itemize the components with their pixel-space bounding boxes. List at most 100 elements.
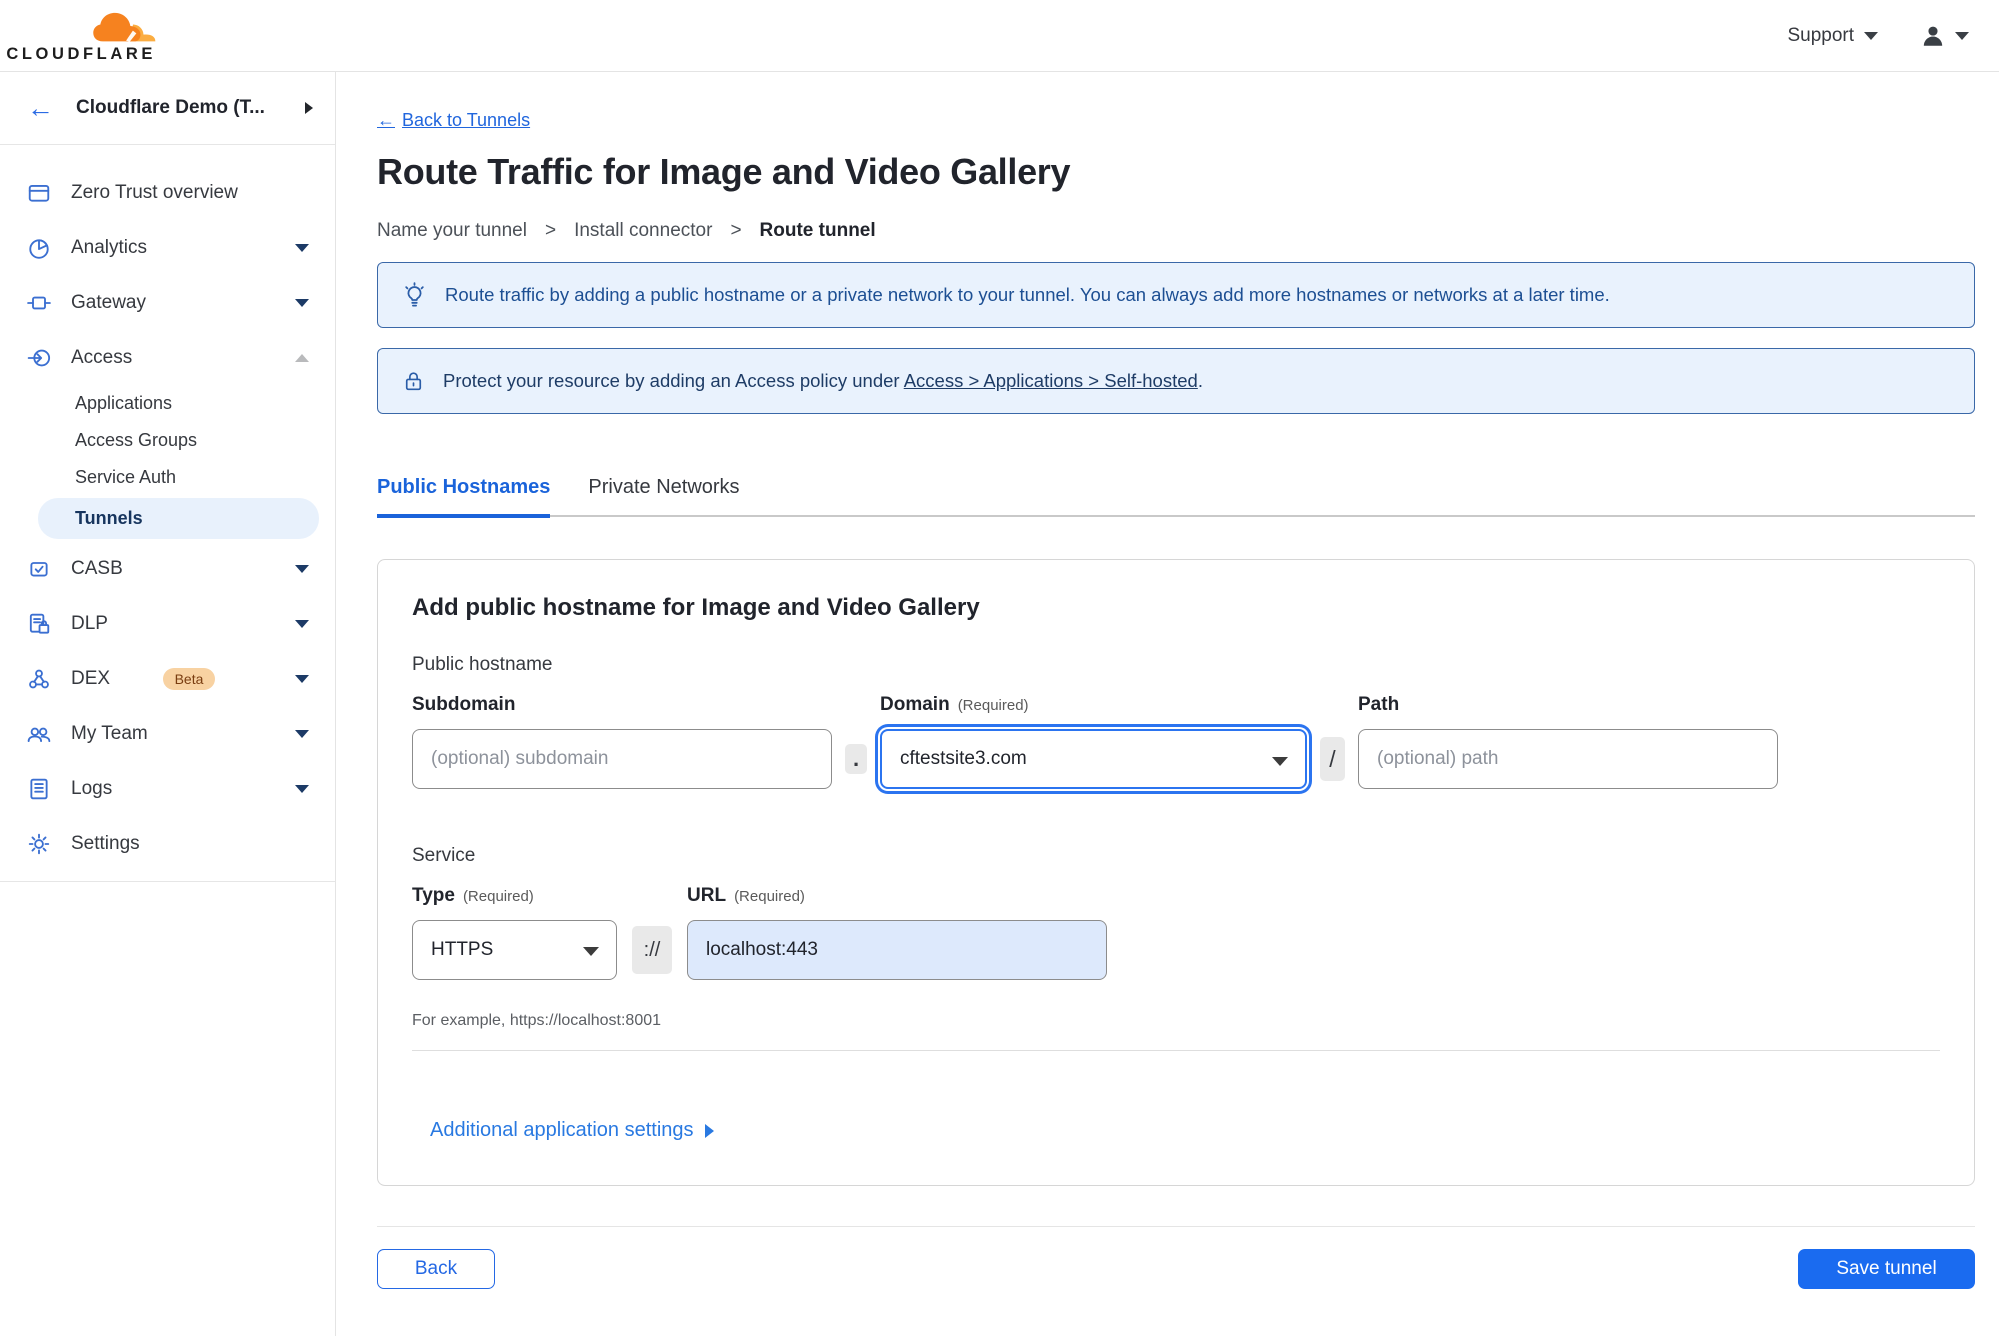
required-hint: (Required)	[734, 888, 805, 905]
footer-actions: Back Save tunnel	[377, 1249, 1975, 1289]
chevron-down-icon	[295, 298, 309, 307]
path-input[interactable]	[1358, 729, 1778, 789]
sidebar-item-casb[interactable]: CASB	[0, 541, 335, 596]
domain-label: Domain	[880, 694, 950, 715]
additional-application-settings-toggle[interactable]: Additional application settings	[430, 1119, 714, 1142]
step-install-connector[interactable]: Install connector	[574, 220, 712, 242]
sidebar-back-arrow-icon[interactable]: ←	[27, 94, 54, 122]
back-button[interactable]: Back	[377, 1249, 495, 1289]
chevron-down-icon	[295, 619, 309, 628]
domain-select-value: cftestsite3.com	[900, 748, 1027, 769]
sidebar-item-access[interactable]: Access	[0, 330, 335, 385]
chevron-down-icon	[295, 784, 309, 793]
sidebar-item-access-groups[interactable]: Access Groups	[0, 422, 335, 459]
required-hint: (Required)	[957, 697, 1029, 714]
sidebar-divider	[0, 881, 335, 882]
sidebar-item-applications[interactable]: Applications	[0, 385, 335, 422]
sidebar-item-dex[interactable]: DEX Beta	[0, 651, 335, 706]
step-separator: >	[730, 220, 742, 241]
chevron-right-icon	[704, 1123, 714, 1138]
wizard-steps: Name your tunnel > Install connector > R…	[377, 220, 1975, 242]
sidebar-item-label: DLP	[71, 612, 108, 634]
sidebar-item-label: Settings	[71, 832, 140, 854]
service-url-input[interactable]	[687, 920, 1107, 980]
tab-private-networks[interactable]: Private Networks	[588, 476, 739, 518]
chevron-right-icon[interactable]	[305, 102, 313, 114]
back-to-tunnels-link[interactable]: ← Back to Tunnels	[377, 110, 530, 131]
sidebar-item-label: Access	[71, 346, 133, 368]
url-label: URL	[687, 885, 727, 906]
sidebar-item-label: Access Groups	[75, 430, 198, 450]
sidebar-item-label: Tunnels	[75, 508, 143, 528]
lightbulb-icon	[405, 281, 424, 307]
chevron-down-icon	[295, 564, 309, 573]
card-heading: Add public hostname for Image and Video …	[412, 594, 980, 621]
hostname-field-row: Subdomain . Domain (Required) cftestsite3…	[412, 694, 1940, 789]
sidebar-item-dlp[interactable]: DLP	[0, 596, 335, 651]
subdomain-label: Subdomain	[412, 694, 516, 715]
sidebar-item-label: My Team	[71, 722, 148, 744]
sidebar-item-label: Service Auth	[75, 467, 177, 487]
path-label: Path	[1358, 694, 1400, 715]
team-icon	[27, 722, 53, 746]
main-content: ← Back to Tunnels Route Traffic for Imag…	[336, 72, 1999, 1336]
sidebar-item-label: Analytics	[71, 236, 148, 258]
sidebar-item-gateway[interactable]: Gateway	[0, 275, 335, 330]
sidebar-account-header: ← Cloudflare Demo (T...	[0, 72, 335, 145]
subdomain-input[interactable]	[412, 729, 832, 789]
arrow-left-icon: ←	[377, 110, 395, 130]
sidebar-item-zero-trust-overview[interactable]: Zero Trust overview	[0, 165, 335, 220]
sidebar-item-logs[interactable]: Logs	[0, 761, 335, 816]
route-traffic-info-banner: Route traffic by adding a public hostnam…	[377, 262, 1975, 328]
domain-select[interactable]: cftestsite3.com	[880, 729, 1307, 789]
access-policy-banner: Protect your resource by adding an Acces…	[377, 348, 1975, 414]
slash-separator: /	[1320, 737, 1345, 781]
sidebar-nav: Zero Trust overview Analytics Gateway Ac…	[0, 145, 335, 882]
lock-icon	[405, 371, 422, 390]
cloudflare-logo: CLOUDFLARE	[6, 11, 156, 64]
service-type-select[interactable]: HTTPS	[412, 920, 617, 980]
additional-settings-label: Additional application settings	[430, 1119, 694, 1141]
banner-text-suffix: .	[1197, 370, 1203, 391]
sidebar-item-service-auth[interactable]: Service Auth	[0, 459, 335, 496]
chevron-down-icon	[1864, 31, 1878, 40]
logs-icon	[27, 777, 53, 801]
user-menu[interactable]	[1920, 23, 1969, 49]
scheme-separator: ://	[632, 926, 672, 974]
footer-divider	[377, 1226, 1975, 1227]
step-route-tunnel: Route tunnel	[759, 220, 876, 241]
cloudflare-cloud-icon	[93, 12, 156, 42]
sidebar-item-my-team[interactable]: My Team	[0, 706, 335, 761]
banner-text: Route traffic by adding a public hostnam…	[445, 284, 1610, 305]
access-applications-self-hosted-link[interactable]: Access > Applications > Self-hosted	[904, 370, 1198, 391]
sidebar-item-tunnels[interactable]: Tunnels	[38, 498, 319, 539]
user-avatar-icon	[1923, 26, 1943, 46]
document-lock-icon	[27, 612, 53, 636]
top-bar: CLOUDFLARE Support	[0, 0, 1999, 72]
step-name-your-tunnel[interactable]: Name your tunnel	[377, 220, 527, 242]
account-name[interactable]: Cloudflare Demo (T...	[76, 97, 283, 119]
support-label: Support	[1787, 24, 1854, 46]
tab-public-hostnames[interactable]: Public Hostnames	[377, 476, 551, 518]
casb-icon	[27, 557, 53, 581]
beta-badge: Beta	[162, 667, 216, 690]
chevron-down-icon	[583, 947, 599, 956]
save-tunnel-button[interactable]: Save tunnel	[1798, 1249, 1975, 1289]
sidebar-item-analytics[interactable]: Analytics	[0, 220, 335, 275]
required-hint: (Required)	[462, 888, 534, 905]
access-icon	[27, 346, 53, 370]
add-public-hostname-card: Add public hostname for Image and Video …	[377, 559, 1975, 1186]
sidebar-item-label: DEX	[71, 667, 111, 689]
sidebar-item-settings[interactable]: Settings	[0, 816, 335, 871]
window-icon	[27, 181, 53, 205]
card-divider	[412, 1050, 1940, 1051]
page-title: Route Traffic for Image and Video Galler…	[377, 151, 1071, 192]
sidebar-item-label: Gateway	[71, 291, 146, 313]
sidebar: ← Cloudflare Demo (T... Zero Trust overv…	[0, 72, 336, 1336]
sidebar-item-label: Zero Trust overview	[71, 181, 238, 203]
service-field-row: Type (Required) HTTPS :// URL (Required)	[412, 885, 1940, 980]
chevron-down-icon	[295, 729, 309, 738]
support-menu[interactable]: Support	[1787, 25, 1878, 47]
pie-chart-icon	[27, 236, 53, 260]
chevron-down-icon	[295, 243, 309, 252]
